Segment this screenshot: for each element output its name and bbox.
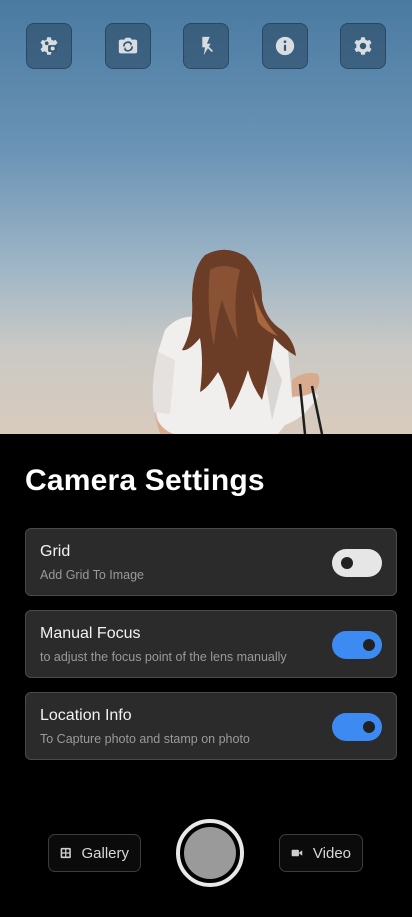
camera-gear-icon — [40, 37, 58, 55]
switch-camera-button[interactable] — [104, 23, 151, 69]
setting-manual-focus[interactable]: Manual Focus to adjust the focus point o… — [25, 610, 397, 678]
toggle-knob — [363, 721, 375, 733]
shutter-inner — [184, 827, 236, 879]
setting-description: Add Grid To Image — [40, 568, 144, 582]
setting-grid[interactable]: Grid Add Grid To Image — [25, 528, 397, 596]
gallery-icon — [60, 847, 71, 859]
setting-title: Manual Focus — [40, 625, 141, 642]
video-label: Video — [312, 844, 351, 862]
settings-button[interactable] — [340, 23, 386, 69]
toggle-knob — [341, 557, 353, 569]
setting-location-info[interactable]: Location Info To Capture photo and stamp… — [25, 692, 397, 760]
panel-title: Camera Settings — [25, 464, 265, 497]
flash-off-button[interactable] — [183, 23, 229, 69]
toggle-knob — [363, 639, 375, 651]
manual-focus-toggle[interactable] — [332, 631, 382, 659]
gallery-label: Gallery — [81, 844, 129, 862]
gallery-button[interactable]: Gallery — [48, 834, 141, 872]
info-button[interactable] — [261, 23, 308, 69]
settings-icon — [354, 37, 372, 55]
setting-description: To Capture photo and stamp on photo — [40, 732, 250, 746]
video-camera-icon — [291, 849, 303, 857]
switch-camera-icon — [118, 37, 137, 54]
camera-gear-button[interactable] — [26, 23, 72, 69]
camera-settings-panel: Camera Settings Grid Add Grid To Image M… — [0, 434, 412, 917]
camera-viewfinder[interactable] — [0, 0, 412, 434]
setting-description: to adjust the focus point of the lens ma… — [40, 650, 287, 664]
camera-toolbar — [26, 23, 386, 69]
info-icon — [275, 36, 294, 56]
grid-toggle[interactable] — [332, 549, 382, 577]
flash-off-icon — [202, 36, 214, 56]
shutter-button[interactable] — [176, 819, 244, 887]
location-info-toggle[interactable] — [332, 713, 382, 741]
setting-title: Location Info — [40, 707, 132, 724]
video-button[interactable]: Video — [279, 834, 363, 872]
setting-title: Grid — [40, 543, 71, 560]
